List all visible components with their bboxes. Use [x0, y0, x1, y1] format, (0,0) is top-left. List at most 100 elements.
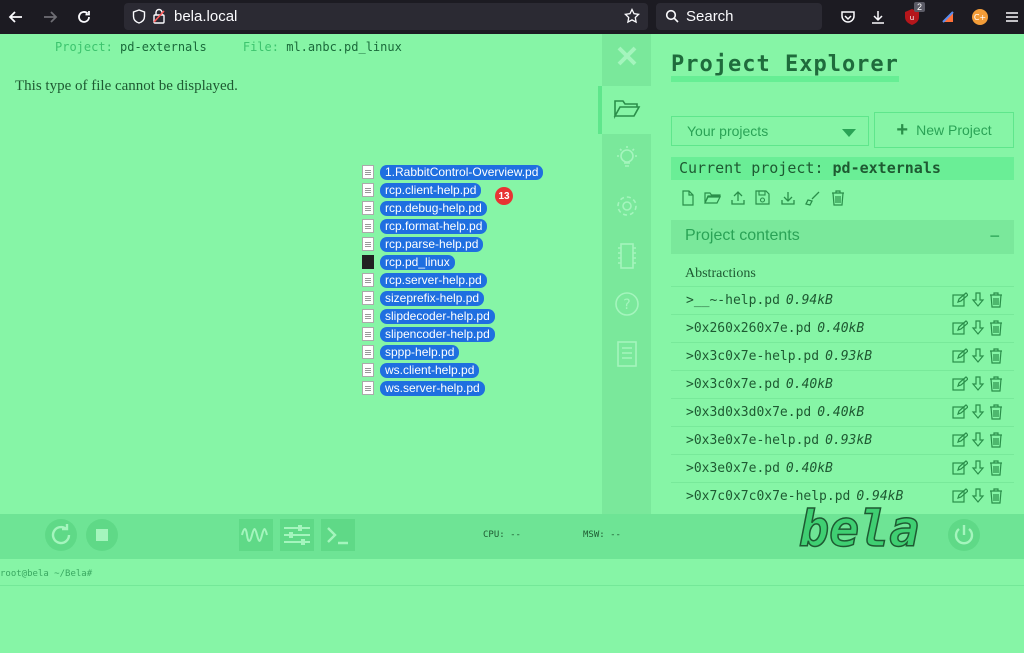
file-icon: [362, 219, 374, 233]
binary-file-icon: [362, 255, 374, 269]
file-icon: [362, 273, 374, 287]
edit-icon[interactable]: [951, 319, 968, 336]
drag-file-item[interactable]: ws.server-help.pd: [362, 380, 485, 396]
close-tab[interactable]: [602, 34, 651, 82]
console-toggle-button[interactable]: [321, 518, 355, 554]
download-row-icon[interactable]: [969, 459, 986, 476]
download-row-icon[interactable]: [969, 431, 986, 448]
file-name: >0x260x260x7e.pd: [686, 321, 812, 336]
clean-icon[interactable]: [804, 189, 821, 206]
tab-settings[interactable]: [602, 184, 651, 232]
scope-button[interactable]: [239, 518, 273, 554]
edit-icon[interactable]: [951, 347, 968, 364]
new-file-icon[interactable]: [679, 189, 696, 206]
current-project-label: Current project:: [679, 159, 824, 177]
drag-file-item[interactable]: rcp.format-help.pd: [362, 218, 488, 234]
gui-controls-button[interactable]: [280, 518, 314, 554]
lock-icon[interactable]: [152, 8, 166, 29]
ublock-icon[interactable]: u 2: [900, 2, 926, 29]
drag-file-item[interactable]: rcp.debug-help.pd: [362, 200, 487, 216]
file-row[interactable]: >0x3e0x7e.pd 0.40kB: [671, 454, 1014, 481]
edit-icon[interactable]: [951, 375, 968, 392]
edit-icon[interactable]: [951, 431, 968, 448]
search-placeholder: Search: [686, 8, 734, 25]
console-panel[interactable]: root@bela ~/Bela#: [0, 558, 1024, 653]
download-row-icon[interactable]: [969, 403, 986, 420]
drag-file-item[interactable]: ws.client-help.pd: [362, 362, 480, 378]
pocket-icon[interactable]: [836, 5, 860, 29]
drag-file-item[interactable]: sizeprefix-help.pd: [362, 290, 485, 306]
stop-button[interactable]: [85, 518, 119, 554]
trash-icon[interactable]: [987, 319, 1004, 336]
file-icon: [362, 381, 374, 395]
file-row[interactable]: >0x3c0x7e-help.pd 0.93kB: [671, 342, 1014, 369]
file-name-cell: >0x3e0x7e.pd 0.40kB: [686, 461, 833, 476]
download-row-icon[interactable]: [969, 319, 986, 336]
edit-icon[interactable]: [951, 291, 968, 308]
trash-icon[interactable]: [987, 487, 1004, 504]
tab-help[interactable]: ?: [602, 282, 651, 330]
drag-file-item[interactable]: rcp.server-help.pd: [362, 272, 487, 288]
file-row[interactable]: >0x260x260x7e.pd 0.40kB: [671, 314, 1014, 341]
drag-file-item[interactable]: sppp-help.pd: [362, 344, 460, 360]
shutdown-button[interactable]: [947, 518, 981, 554]
download-icon[interactable]: [866, 5, 890, 29]
drag-file-item[interactable]: slipdecoder-help.pd: [362, 308, 495, 324]
file-row[interactable]: >0x3c0x7e.pd 0.40kB: [671, 370, 1014, 397]
trash-icon[interactable]: [987, 431, 1004, 448]
row-actions: [951, 291, 1004, 308]
file-size: 0.40kB: [817, 405, 865, 420]
trash-icon[interactable]: [987, 291, 1004, 308]
drag-file-item[interactable]: slipencoder-help.pd: [362, 326, 495, 342]
file-row[interactable]: >0x3d0x3d0x7e.pd 0.40kB: [671, 398, 1014, 425]
file-name: >0x3c0x7e.pd: [686, 377, 780, 392]
file-name: >0x3e0x7e.pd: [686, 461, 780, 476]
profile-avatar-icon[interactable]: C+: [968, 5, 992, 29]
drag-count-badge: 13: [495, 187, 513, 205]
edit-icon[interactable]: [951, 403, 968, 420]
open-folder-icon[interactable]: [704, 189, 721, 206]
edit-icon[interactable]: [951, 487, 968, 504]
collapse-icon[interactable]: −: [989, 226, 1000, 247]
download-row-icon[interactable]: [969, 347, 986, 364]
address-bar[interactable]: bela.local: [124, 3, 648, 30]
search-input[interactable]: Search: [656, 3, 822, 30]
tab-examples[interactable]: [602, 136, 651, 184]
project-contents-header[interactable]: Project contents −: [671, 220, 1014, 254]
projects-select[interactable]: Your projects: [671, 116, 869, 146]
trash-icon[interactable]: [987, 347, 1004, 364]
trash-icon[interactable]: [987, 459, 1004, 476]
download-row-icon[interactable]: [969, 375, 986, 392]
drag-file-item[interactable]: rcp.client-help.pd: [362, 182, 482, 198]
drag-file-item[interactable]: 1.RabbitControl-Overview.pd: [362, 164, 544, 180]
upload-icon[interactable]: [729, 189, 746, 206]
svg-text:u: u: [910, 14, 914, 22]
reload-icon[interactable]: [72, 5, 96, 29]
drag-file-label: slipencoder-help.pd: [380, 326, 495, 342]
file-row[interactable]: >0x3e0x7e-help.pd 0.93kB: [671, 426, 1014, 453]
tab-explorer[interactable]: [598, 86, 651, 134]
forward-icon[interactable]: [38, 5, 62, 29]
download-row-icon[interactable]: [969, 291, 986, 308]
file-row[interactable]: >__~-help.pd 0.94kB: [671, 286, 1014, 313]
trash-icon[interactable]: [987, 375, 1004, 392]
tab-hardware[interactable]: [602, 234, 651, 282]
bookmark-star-icon[interactable]: [623, 7, 641, 29]
new-project-button[interactable]: + New Project: [874, 112, 1014, 148]
shield-icon[interactable]: [132, 9, 146, 29]
tab-docs[interactable]: [602, 332, 651, 380]
edit-icon[interactable]: [951, 459, 968, 476]
drag-file-item[interactable]: rcp.parse-help.pd: [362, 236, 484, 252]
download-project-icon[interactable]: [779, 189, 796, 206]
extension-flag-icon[interactable]: [936, 5, 960, 29]
msw-status: MSW: --: [583, 530, 621, 540]
save-icon[interactable]: [754, 189, 771, 206]
drag-file-item[interactable]: rcp.pd_linux: [362, 254, 455, 270]
build-run-button[interactable]: [44, 518, 78, 554]
back-icon[interactable]: [4, 5, 28, 29]
download-row-icon[interactable]: [969, 487, 986, 504]
menu-icon[interactable]: [1000, 5, 1024, 29]
trash-icon[interactable]: [987, 403, 1004, 420]
file-name: >0x3d0x3d0x7e.pd: [686, 405, 812, 420]
trash-icon[interactable]: [829, 189, 846, 206]
